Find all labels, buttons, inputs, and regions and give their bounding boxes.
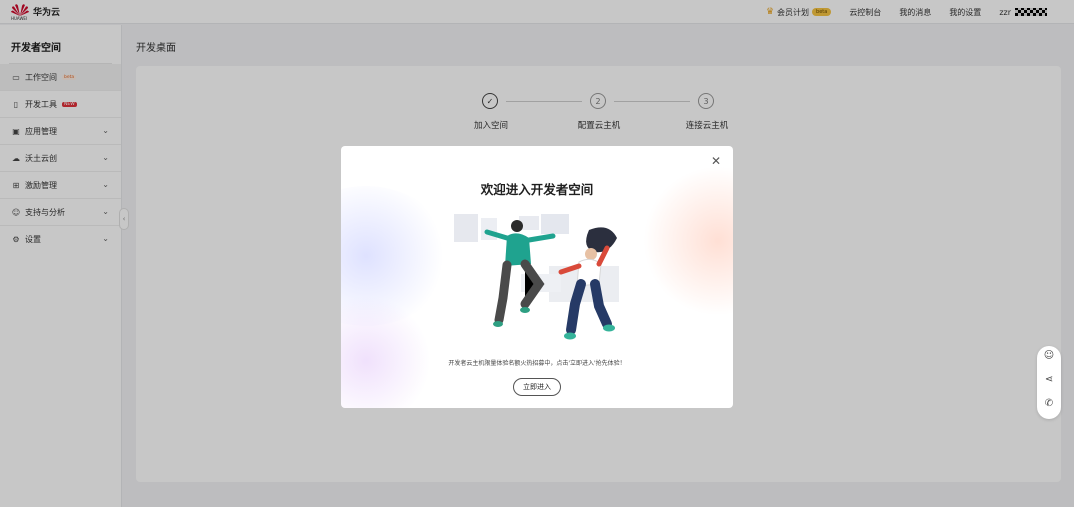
jumping-people-illustration <box>454 214 619 340</box>
close-icon[interactable]: ✕ <box>711 155 721 167</box>
share-icon[interactable]: ⋖ <box>1037 374 1061 385</box>
smile-icon[interactable]: ☺ <box>1037 350 1061 361</box>
modal-title: 欢迎进入开发者空间 <box>480 182 594 197</box>
modal-description: 开发者云主机限量体验名额火热招募中，点击'立即进入'抢先体验！ <box>448 360 626 367</box>
phone-icon[interactable]: ✆ <box>1037 398 1061 409</box>
floating-toolbar: ☺ ⋖ ✆ <box>1037 346 1061 419</box>
welcome-modal: ✕ 欢迎进入开发者空间 开发者云主机限量体验名额火热招募中，点击'立即进入'抢先… <box>341 146 733 408</box>
decorative-glow <box>341 296 431 408</box>
enter-now-button[interactable]: 立即进入 <box>513 378 561 396</box>
